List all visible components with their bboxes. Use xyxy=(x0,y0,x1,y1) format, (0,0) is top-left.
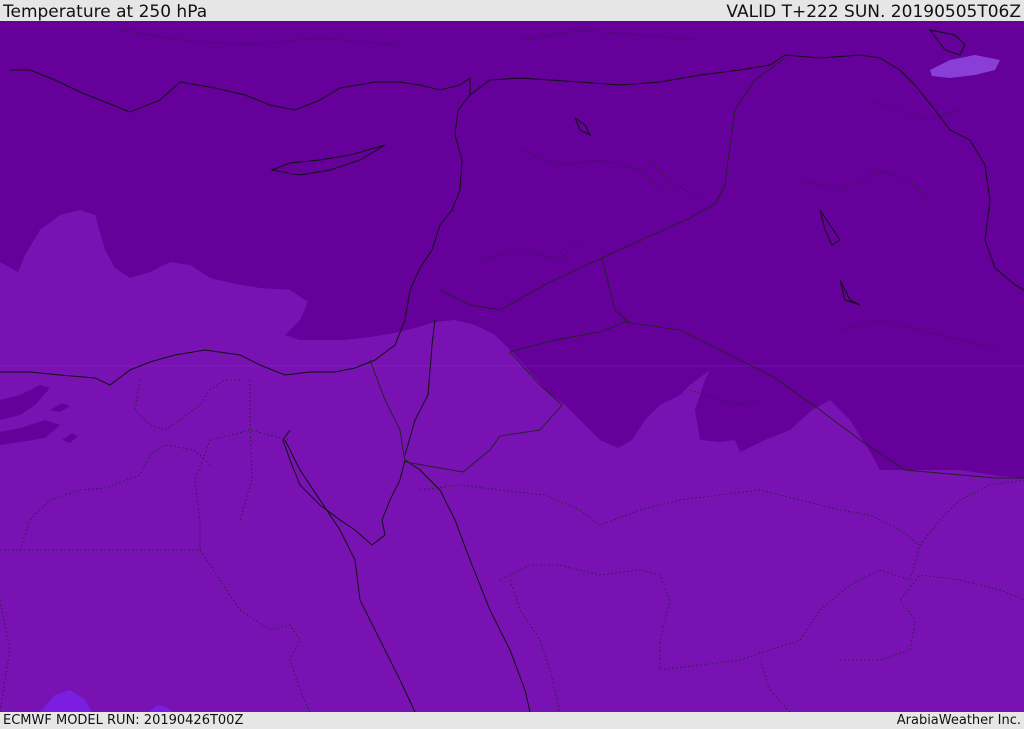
header-bar: Temperature at 250 hPa VALID T+222 SUN. … xyxy=(0,0,1024,21)
map-title: Temperature at 250 hPa xyxy=(3,2,208,22)
valid-time-label: VALID T+222 SUN. 20190505T06Z xyxy=(726,2,1021,22)
temperature-map[interactable] xyxy=(0,21,1024,712)
model-run-label: ECMWF MODEL RUN: 20190426T00Z xyxy=(3,713,244,728)
credit-label: ArabiaWeather Inc. xyxy=(896,713,1021,728)
footer-bar: ECMWF MODEL RUN: 20190426T00Z ArabiaWeat… xyxy=(0,712,1024,729)
